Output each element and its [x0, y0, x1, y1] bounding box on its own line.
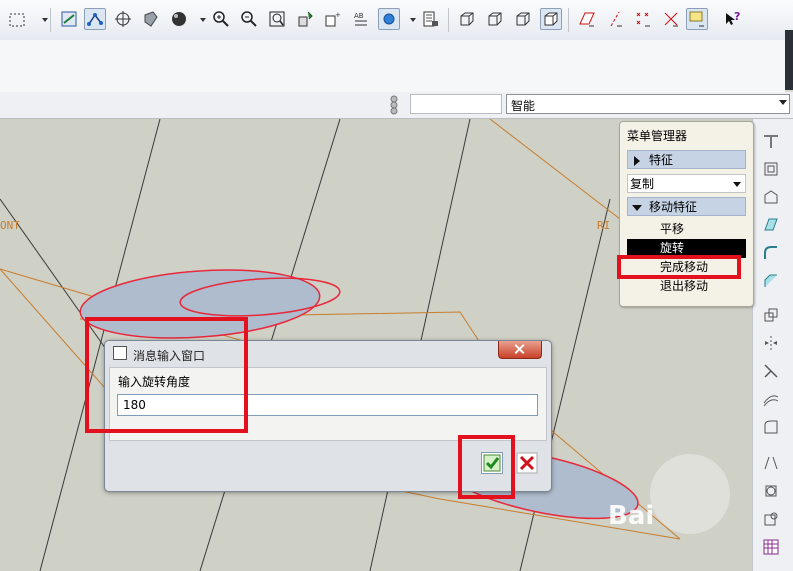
highlight-prompt — [85, 317, 248, 433]
spin-center-icon[interactable] — [112, 8, 134, 30]
solidify-tool-icon[interactable] — [761, 509, 781, 529]
datum-axis-display-icon[interactable] — [604, 8, 626, 30]
watermark: Bai — [608, 501, 655, 531]
status-meter — [785, 30, 793, 90]
dropdown-icon[interactable] — [192, 8, 206, 30]
dropdown-icon[interactable] — [402, 8, 416, 30]
datum-plane-icon[interactable] — [58, 8, 80, 30]
table-tool-icon[interactable] — [761, 537, 781, 557]
wireframe-icon[interactable] — [456, 8, 478, 30]
menu-header-label: 移动特征 — [649, 200, 698, 214]
zoom-in-icon[interactable] — [210, 8, 232, 30]
merge-tool-icon[interactable] — [761, 453, 781, 473]
offset-tool-icon[interactable] — [761, 389, 781, 409]
right-datum-label: RI — [597, 219, 611, 232]
whats-this-icon[interactable]: ? — [722, 8, 744, 30]
menu-header-feature[interactable]: 特征 — [627, 150, 746, 169]
shading-icon[interactable] — [140, 8, 162, 30]
trim-tool-icon[interactable] — [761, 361, 781, 381]
rib-tool-icon[interactable] — [761, 187, 781, 207]
menu-header-label: 特征 — [649, 153, 674, 167]
menu-header-move-feature[interactable]: 移动特征 — [627, 197, 746, 216]
shading-icon[interactable] — [540, 8, 562, 30]
annotation-display-icon[interactable] — [686, 8, 708, 30]
pattern-tool-icon[interactable] — [761, 305, 781, 325]
datum-plane-tool-icon[interactable] — [761, 131, 781, 151]
cancel-icon — [516, 452, 538, 474]
caret-down-icon — [632, 205, 642, 211]
copy-dropdown-value: 复制 — [630, 177, 655, 191]
cancel-button[interactable] — [516, 452, 538, 474]
select-box-icon[interactable] — [6, 9, 32, 31]
round-tool-icon[interactable] — [761, 243, 781, 263]
front-datum-label: ONT — [0, 219, 20, 232]
menu-item-translate[interactable]: 平移 — [627, 220, 746, 239]
menu-item-label: 退出移动 — [660, 279, 709, 293]
selection-filter-value: 智能 — [511, 99, 536, 113]
draft-tool-icon[interactable] — [761, 215, 781, 235]
no-hidden-icon[interactable] — [512, 8, 534, 30]
datum-point-display-icon[interactable] — [632, 8, 654, 30]
chamfer-tool-icon[interactable] — [761, 271, 781, 291]
annotation-icon[interactable]: AB — [350, 8, 372, 30]
status-field — [410, 94, 502, 114]
svg-text:?: ? — [734, 10, 740, 23]
hidden-line-icon[interactable] — [484, 8, 506, 30]
datum-axis-icon[interactable]: + — [322, 8, 344, 30]
refit-icon[interactable] — [266, 8, 288, 30]
close-button[interactable] — [498, 341, 542, 359]
chevron-down-icon — [779, 100, 787, 105]
intersect-tool-icon[interactable] — [761, 481, 781, 501]
thicken-tool-icon[interactable] — [761, 417, 781, 437]
dropdown-icon[interactable] — [34, 8, 48, 30]
chevron-down-icon — [733, 182, 741, 187]
selection-filter-select[interactable]: 智能 — [506, 94, 790, 114]
model-tree-icon[interactable] — [420, 8, 442, 30]
menu-manager: 菜单管理器 特征 复制 移动特征 平移 旋转 完成移动 退出移动 — [619, 121, 754, 307]
shell-tool-icon[interactable] — [761, 159, 781, 179]
sphere-icon[interactable] — [168, 8, 190, 30]
highlight-done-move — [617, 255, 741, 279]
zoom-out-icon[interactable] — [238, 8, 260, 30]
repaint-icon[interactable] — [294, 8, 316, 30]
named-view-icon[interactable] — [378, 8, 400, 30]
traffic-light-icon[interactable] — [381, 94, 407, 116]
menu-item-label: 平移 — [660, 222, 685, 236]
svg-text:AB: AB — [354, 12, 364, 20]
coord-sys-icon[interactable] — [660, 8, 682, 30]
sketch-edit-icon[interactable] — [576, 8, 598, 30]
copy-dropdown[interactable]: 复制 — [627, 174, 746, 193]
highlight-ok — [458, 435, 515, 499]
right-toolbar — [752, 119, 793, 571]
menu-item-quit-move[interactable]: 退出移动 — [627, 277, 746, 296]
caret-right-icon — [634, 156, 640, 166]
svg-text:+: + — [335, 11, 341, 19]
menu-manager-title: 菜单管理器 — [627, 129, 688, 143]
main-toolbar: + AB ? — [0, 0, 793, 41]
datum-point-icon[interactable] — [84, 8, 106, 30]
ribbon-area — [0, 40, 785, 92]
mirror-tool-icon[interactable] — [761, 333, 781, 353]
